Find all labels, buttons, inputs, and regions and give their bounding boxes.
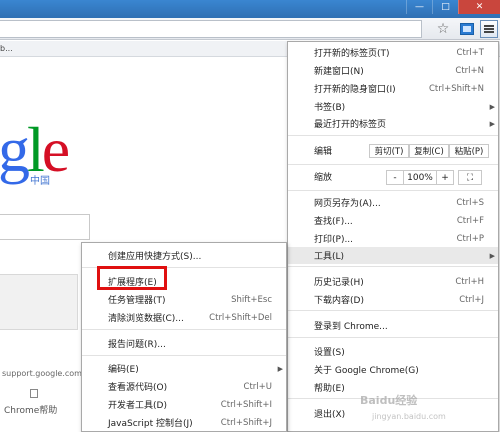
- submenu-item-clear-data[interactable]: 清除浏览数据(C)... Ctrl+Shift+Del: [82, 309, 286, 326]
- menu-item-about[interactable]: 关于 Google Chrome(G): [288, 361, 498, 378]
- window-controls: — □ ✕: [406, 0, 500, 14]
- menu-item-save-as[interactable]: 网页另存为(A)... Ctrl+S: [288, 194, 498, 211]
- watermark-logo: Baidu经验: [360, 394, 418, 407]
- copy-button[interactable]: 复制(C): [409, 144, 449, 158]
- close-button[interactable]: ✕: [458, 0, 500, 14]
- star-icon[interactable]: ☆: [434, 20, 452, 38]
- document-icon: [30, 389, 38, 398]
- search-box[interactable]: [0, 214, 90, 240]
- menu-item-downloads[interactable]: 下载内容(D) Ctrl+J: [288, 291, 498, 308]
- menu-separator: [288, 190, 498, 191]
- submenu-item-task-manager[interactable]: 任务管理器(T) Shift+Esc: [82, 291, 286, 308]
- submenu-item-dev-tools[interactable]: 开发者工具(D) Ctrl+Shift+I: [82, 396, 286, 413]
- menu-separator: [82, 355, 286, 356]
- submenu-arrow-icon: ▶: [489, 119, 495, 128]
- menu-separator: [288, 135, 498, 136]
- extension-icon[interactable]: [458, 20, 476, 38]
- menu-separator: [288, 337, 498, 338]
- maximize-button[interactable]: □: [432, 0, 458, 14]
- menu-item-new-window[interactable]: 新建窗口(N) Ctrl+N: [288, 62, 498, 79]
- watermark-url: jingyan.baidu.com: [372, 412, 446, 421]
- menu-item-recent-tabs[interactable]: 最近打开的标签页 ▶: [288, 115, 498, 132]
- minimize-button[interactable]: —: [406, 0, 432, 14]
- menu-separator: [82, 329, 286, 330]
- submenu-arrow-icon: ▶: [489, 102, 495, 111]
- submenu-arrow-icon: ▶: [489, 251, 495, 260]
- logo-letter: g: [0, 114, 30, 185]
- menu-item-print[interactable]: 打印(P)... Ctrl+P: [288, 230, 498, 247]
- submenu-item-create-shortcut[interactable]: 创建应用快捷方式(S)...: [82, 247, 286, 264]
- menu-item-history[interactable]: 历史记录(H) Ctrl+H: [288, 273, 498, 290]
- hamburger-icon: [484, 25, 494, 33]
- most-visited-tile[interactable]: [0, 274, 78, 330]
- tile-url: support.google.com: [2, 369, 82, 378]
- menu-item-settings[interactable]: 设置(S): [288, 343, 498, 360]
- highlight-annotation: [97, 266, 167, 290]
- zoom-out-button[interactable]: -: [386, 170, 404, 185]
- submenu-item-view-source[interactable]: 查看源代码(O) Ctrl+U: [82, 378, 286, 395]
- menu-item-zoom: 缩放 - 100% + ⛶: [288, 168, 498, 185]
- menu-item-bookmarks[interactable]: 书签(B) ▶: [288, 98, 498, 115]
- window-titlebar: — □ ✕: [0, 0, 500, 18]
- menu-item-find[interactable]: 查找(F)... Ctrl+F: [288, 212, 498, 229]
- menu-item-tools[interactable]: 工具(L) ▶: [288, 247, 498, 264]
- menu-separator: [288, 310, 498, 311]
- zoom-level: 100%: [404, 170, 436, 185]
- address-bar[interactable]: [0, 20, 422, 38]
- menu-item-sign-in[interactable]: 登录到 Chrome...: [288, 317, 498, 334]
- cut-button[interactable]: 剪切(T): [369, 144, 409, 158]
- menu-item-edit: 编辑 剪切(T) 复制(C) 粘贴(P): [288, 142, 498, 159]
- submenu-item-js-console[interactable]: JavaScript 控制台(J) Ctrl+Shift+J: [82, 414, 286, 431]
- chrome-main-menu: 打开新的标签页(T) Ctrl+T 新建窗口(N) Ctrl+N 打开新的隐身窗口(…: [287, 41, 499, 432]
- menu-separator: [288, 266, 498, 267]
- zoom-in-button[interactable]: +: [436, 170, 454, 185]
- logo-subtitle: 中国: [30, 176, 50, 187]
- submenu-arrow-icon: ▶: [277, 364, 283, 373]
- tile-title[interactable]: Chrome帮助: [4, 403, 57, 416]
- paste-button[interactable]: 粘贴(P): [449, 144, 489, 158]
- submenu-item-encoding[interactable]: 编码(E) ▶: [82, 360, 286, 377]
- submenu-item-report-issue[interactable]: 报告问题(R)...: [82, 335, 286, 352]
- bookmark-item[interactable]: b...: [0, 44, 13, 53]
- menu-item-new-tab[interactable]: 打开新的标签页(T) Ctrl+T: [288, 44, 498, 61]
- menu-separator: [288, 164, 498, 165]
- menu-item-incognito[interactable]: 打开新的隐身窗口(I) Ctrl+Shift+N: [288, 80, 498, 97]
- fullscreen-icon[interactable]: ⛶: [458, 170, 482, 185]
- chrome-menu-button[interactable]: [480, 20, 498, 38]
- browser-toolbar: ☆: [0, 18, 500, 40]
